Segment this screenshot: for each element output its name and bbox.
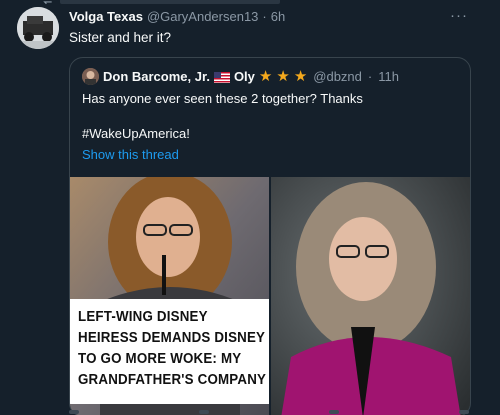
reply-icon[interactable] [69,410,79,414]
more-horizontal-icon[interactable]: ··· [450,8,468,23]
separator-dot: · [262,9,267,24]
headline-text: LEFT-WING DISNEY HEIRESS DEMANDS DISNEY … [78,309,267,388]
media-photo-right[interactable] [271,177,470,415]
tweet-actions [69,410,469,415]
separator-dot: · [367,69,373,84]
headline-banner: LEFT-WING DISNEY HEIRESS DEMANDS DISNEY … [70,299,269,404]
quoted-author-name[interactable]: Don Barcome, Jr. [103,69,210,84]
person-photo-right [271,177,470,415]
tweet-text: Sister and her it? [69,30,172,45]
tweet-header: Volga Texas @GaryAndersen13 · 6h [69,9,285,24]
quoted-author-suffix: Oly [233,69,255,84]
quoted-author-avatar[interactable] [82,68,99,85]
star-icon: ★ [276,67,290,85]
quoted-tweet-text: Has anyone ever seen these 2 together? T… [82,91,363,106]
tweet-time[interactable]: 6h [271,9,285,24]
like-icon[interactable] [329,410,339,414]
share-icon[interactable] [459,410,469,414]
quoted-tweet-header: Don Barcome, Jr. Oly ★ ★ ★ @dbznd · 11h [82,68,399,85]
author-handle[interactable]: @GaryAndersen13 [147,9,258,24]
quoted-author-handle[interactable]: @dbznd [313,69,362,84]
quoted-tweet-hashtag[interactable]: #WakeUpAmerica! [82,126,190,141]
quoted-media[interactable]: LEFT-WING DISNEY HEIRESS DEMANDS DISNEY … [70,177,470,415]
quoted-tweet[interactable]: Don Barcome, Jr. Oly ★ ★ ★ @dbznd · 11h … [69,57,471,415]
retweet-icon [40,0,54,6]
retweet-context [40,0,340,6]
author-avatar[interactable] [17,7,59,49]
us-flag-icon [213,71,230,83]
star-icon: ★ [293,67,308,85]
quoted-tweet-time[interactable]: 11h [378,69,399,84]
show-thread-link[interactable]: Show this thread [82,147,179,162]
star-icon: ★ [258,67,273,85]
retweet-action-icon[interactable] [199,410,209,414]
author-name[interactable]: Volga Texas [69,9,143,24]
media-photo-left[interactable]: LEFT-WING DISNEY HEIRESS DEMANDS DISNEY … [70,177,269,415]
